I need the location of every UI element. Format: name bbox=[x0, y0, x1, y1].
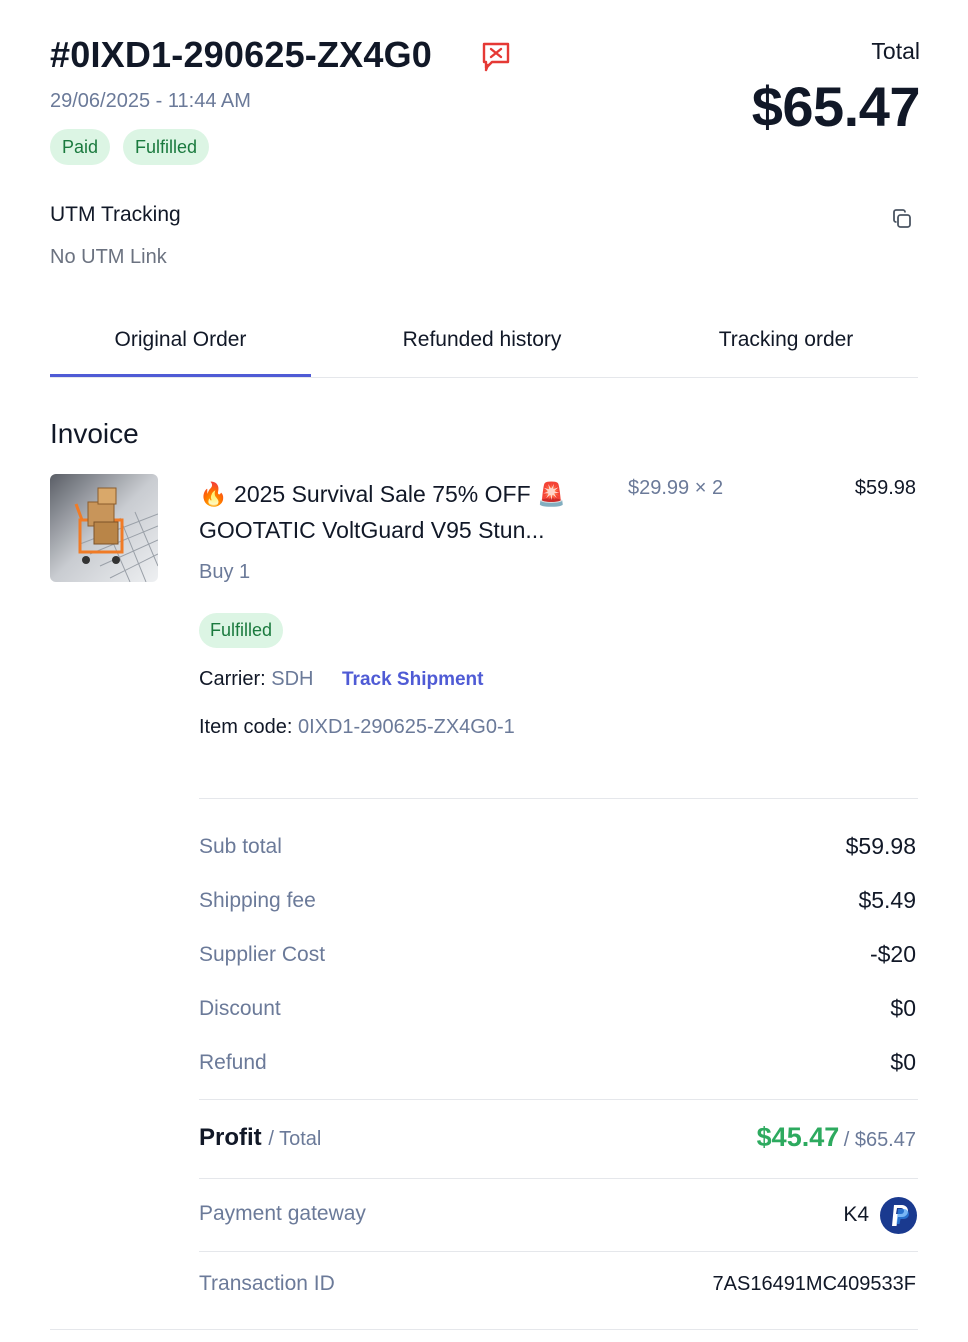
payment-gateway-code: K4 bbox=[843, 1203, 869, 1226]
profit-amount: $45.47 bbox=[756, 1122, 840, 1152]
summary-divider bbox=[199, 798, 918, 799]
transaction-id-value[interactable]: 7AS16491MC409533F bbox=[713, 1273, 916, 1296]
item-code-value: 0IXD1-290625-ZX4G0-1 bbox=[297, 716, 515, 738]
product-title-line2: GOOTATIC VoltGuard V95 Stun... bbox=[199, 517, 545, 543]
shipping-fee-label: Shipping fee bbox=[199, 889, 316, 912]
profit-label: Profit / Total bbox=[199, 1124, 321, 1152]
track-shipment-link[interactable]: Track Shipment bbox=[342, 669, 484, 691]
bottom-divider bbox=[50, 1329, 918, 1330]
gateway-divider bbox=[199, 1178, 918, 1179]
order-id: #0IXD1-290625-ZX4G0 bbox=[50, 34, 433, 75]
copy-icon[interactable] bbox=[891, 208, 913, 230]
refund-value: $0 bbox=[890, 1049, 916, 1075]
tab-original-order[interactable]: Original Order bbox=[50, 328, 311, 378]
shipping-fee-value: $5.49 bbox=[858, 887, 916, 913]
status-badge-paid: Paid bbox=[50, 129, 111, 165]
order-date: 29/06/2025 - 11:44 AM bbox=[50, 90, 251, 112]
product-title[interactable]: 🔥 2025 Survival Sale 75% OFF 🚨 GOOTATIC … bbox=[199, 476, 594, 548]
subtotal-label: Sub total bbox=[199, 835, 282, 858]
carrier-value: SDH bbox=[271, 668, 314, 690]
profit-title: Profit bbox=[199, 1124, 262, 1151]
active-tab-indicator bbox=[50, 374, 311, 377]
tab-tracking-order[interactable]: Tracking order bbox=[660, 328, 912, 378]
status-badge-fulfilled: Fulfilled bbox=[123, 129, 210, 165]
transaction-divider bbox=[199, 1251, 918, 1252]
tab-refunded-history[interactable]: Refunded history bbox=[340, 328, 624, 378]
refund-label: Refund bbox=[199, 1051, 267, 1074]
transaction-id-label: Transaction ID bbox=[199, 1272, 335, 1295]
profit-value: $45.47 / $65.47 bbox=[757, 1122, 916, 1153]
supplier-cost-value: -$20 bbox=[869, 941, 916, 967]
line-total: $59.98 bbox=[854, 477, 916, 499]
item-status-badge: Fulfilled bbox=[199, 613, 284, 648]
paypal-icon bbox=[880, 1197, 917, 1234]
item-code-label: Item code: bbox=[199, 716, 293, 738]
buy-quantity: Buy 1 bbox=[199, 561, 251, 583]
invoice-title: Invoice bbox=[50, 418, 139, 449]
carrier-label: Carrier: bbox=[199, 668, 266, 690]
total-label: Total bbox=[871, 38, 920, 64]
carrier: Carrier: SDH bbox=[199, 668, 313, 691]
unit-price: $29.99 × 2 bbox=[628, 477, 724, 499]
profit-divider bbox=[199, 1099, 918, 1100]
subtotal-value: $59.98 bbox=[845, 833, 916, 859]
payment-gateway-label: Payment gateway bbox=[199, 1202, 366, 1225]
discount-value: $0 bbox=[890, 995, 916, 1021]
utm-tracking-value: No UTM Link bbox=[50, 246, 167, 268]
product-image[interactable] bbox=[50, 474, 158, 582]
product-title-line1: 🔥 2025 Survival Sale 75% OFF 🚨 bbox=[199, 481, 566, 507]
total-value: $65.47 bbox=[751, 75, 921, 138]
discount-label: Discount bbox=[199, 997, 281, 1020]
utm-tracking-title: UTM Tracking bbox=[50, 203, 181, 226]
profit-total-amount: / $65.47 bbox=[843, 1129, 916, 1151]
supplier-cost-label: Supplier Cost bbox=[199, 943, 326, 966]
profit-total-label: / Total bbox=[268, 1128, 322, 1150]
item-code: Item code: 0IXD1-290625-ZX4G0-1 bbox=[199, 716, 515, 739]
report-flag-icon[interactable] bbox=[480, 40, 512, 72]
